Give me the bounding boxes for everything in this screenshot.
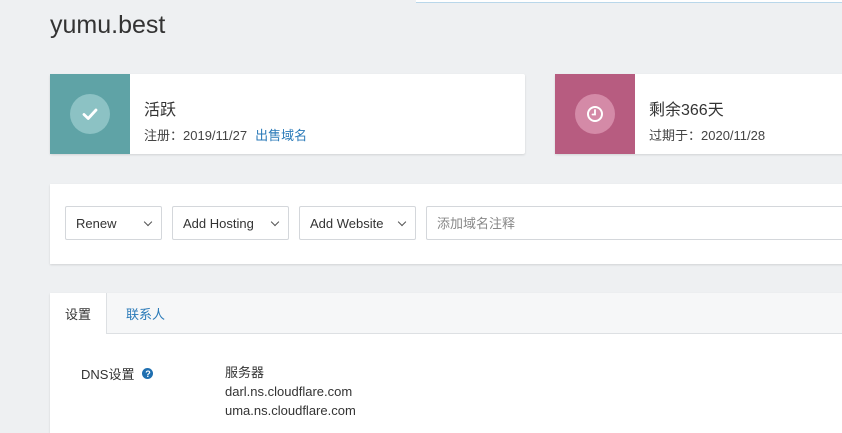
dns-servers-heading: 服务器 <box>225 365 265 380</box>
add-website-label: Add Website <box>310 215 384 231</box>
expiry-date: 过期于：2020/11/28 <box>649 128 766 143</box>
top-accent-bar <box>416 0 842 3</box>
registered-date: 注册：2019/11/27 <box>144 128 248 143</box>
sell-domain-link[interactable]: 出售域名 <box>255 128 307 143</box>
renew-label: Renew <box>76 215 117 231</box>
chevron-down-icon <box>397 217 407 227</box>
help-icon[interactable]: ? <box>142 368 154 379</box>
domain-actions-toolbar: Renew Add Hosting Add Website <box>50 184 842 264</box>
add-website-dropdown[interactable]: Add Website <box>299 206 416 240</box>
tab-contacts[interactable]: 联系人 <box>111 293 180 334</box>
tab-bar: 设置 联系人 <box>50 293 842 334</box>
page-title: yumu.best <box>50 11 166 39</box>
status-icon-box <box>50 74 130 154</box>
expiry-icon-box <box>555 74 635 154</box>
tab-settings[interactable]: 设置 <box>50 293 108 334</box>
dns-servers: 服务器 darl.ns.cloudflare.com uma.ns.cloudf… <box>225 363 356 420</box>
chevron-down-icon <box>143 217 153 227</box>
dns-label-text: DNS设置 <box>81 367 135 382</box>
nameserver-2: uma.ns.cloudflare.com <box>225 403 356 418</box>
status-title: 活跃 <box>144 102 177 119</box>
add-hosting-label: Add Hosting <box>183 215 254 231</box>
clock-icon <box>575 94 615 134</box>
renew-dropdown[interactable]: Renew <box>65 206 162 240</box>
check-icon <box>70 94 110 134</box>
days-remaining: 剩余366天 <box>649 102 724 119</box>
dns-settings-label: DNS设置 ? <box>81 364 154 383</box>
status-card: 活跃 注册：2019/11/27 出售域名 <box>50 74 525 154</box>
domain-note-input[interactable] <box>426 206 842 240</box>
expiry-card: 剩余366天 过期于：2020/11/28 <box>555 74 842 154</box>
add-hosting-dropdown[interactable]: Add Hosting <box>172 206 289 240</box>
settings-panel: 设置 联系人 DNS设置 ? 服务器 darl.ns.cloudflare.co… <box>50 293 842 433</box>
nameserver-1: darl.ns.cloudflare.com <box>225 384 353 399</box>
chevron-down-icon <box>270 217 280 227</box>
